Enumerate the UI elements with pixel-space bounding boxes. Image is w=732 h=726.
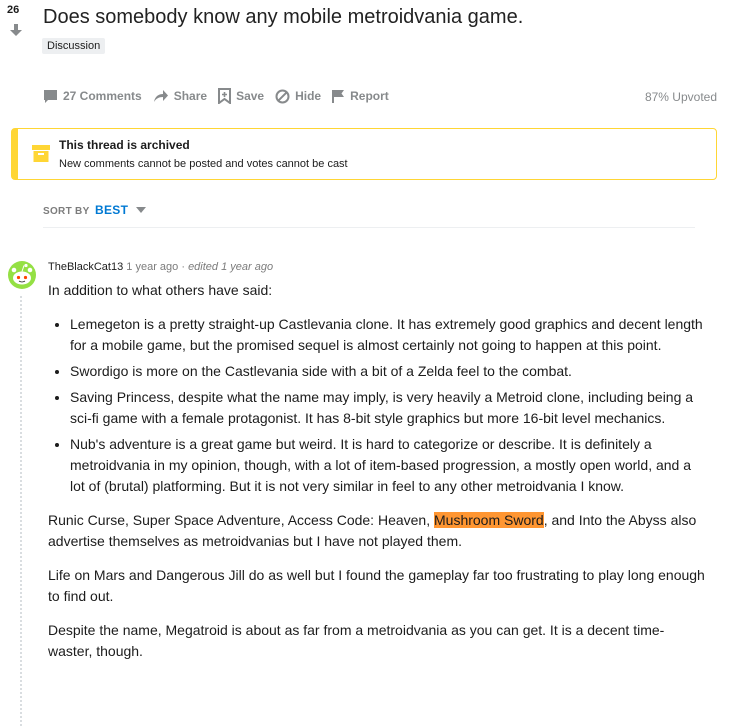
comments-label: 27 Comments: [63, 89, 142, 103]
list-item: Nub's adventure is a great game but weir…: [70, 434, 708, 497]
comment-paragraph: Despite the name, Megatroid is about as …: [48, 622, 665, 659]
paragraph-text: Runic Curse, Super Space Adventure, Acce…: [48, 512, 434, 528]
hide-label: Hide: [295, 89, 322, 103]
sort-label: SORT BY: [43, 206, 90, 217]
archived-title: This thread is archived: [59, 138, 190, 152]
report-flag-icon: [332, 90, 345, 103]
list-item: Saving Princess, despite what the name m…: [70, 387, 708, 429]
comment-intro: In addition to what others have said:: [48, 282, 273, 298]
list-item: Swordigo is more on the Castlevania side…: [70, 361, 708, 382]
sort-dropdown[interactable]: BEST: [95, 203, 147, 217]
meta-separator: ·: [181, 261, 185, 273]
post-score: 26: [7, 4, 20, 16]
list-item: Lemegeton is a pretty straight-up Castle…: [70, 314, 708, 356]
archived-banner: This thread is archived New comments can…: [11, 128, 717, 180]
share-icon: [153, 90, 168, 102]
upvote-percentage: 87% Upvoted: [644, 90, 717, 104]
comment-meta: TheBlackCat13 1 year ago · edited 1 year…: [48, 261, 273, 273]
post-title[interactable]: Does somebody know any mobile metroidvan…: [43, 6, 523, 29]
comment-paragraph: Runic Curse, Super Space Adventure, Acce…: [48, 510, 708, 552]
divider: [43, 227, 695, 228]
post-actions-bar: 27 Comments Share Save Hide Report: [43, 87, 389, 105]
comment-bullet-list: Lemegeton is a pretty straight-up Castle…: [48, 314, 708, 497]
report-button[interactable]: Report: [332, 89, 389, 103]
comment-edited: edited 1 year ago: [188, 261, 274, 273]
caret-down-icon: [136, 207, 147, 213]
comment-time[interactable]: 1 year ago: [126, 261, 178, 273]
comment-body: In addition to what others have said: Le…: [48, 280, 708, 675]
save-icon: [218, 88, 232, 104]
archived-subtitle: New comments cannot be posted and votes …: [59, 158, 348, 170]
search-highlight: Mushroom Sword: [434, 512, 544, 528]
share-label: Share: [173, 89, 208, 103]
sort-value: BEST: [95, 203, 129, 217]
comment-paragraph: Life on Mars and Dangerous Jill do as we…: [48, 567, 705, 604]
comment-author[interactable]: TheBlackCat13: [48, 261, 123, 273]
hide-button[interactable]: Hide: [275, 89, 321, 104]
downvote-arrow-icon[interactable]: [9, 23, 23, 37]
snoo-avatar-icon[interactable]: [8, 261, 36, 289]
comments-button[interactable]: 27 Comments: [43, 89, 142, 104]
comment-icon: [44, 89, 57, 103]
archive-box-icon: [32, 145, 50, 162]
report-label: Report: [350, 89, 389, 103]
save-label: Save: [236, 89, 265, 103]
hide-icon: [275, 89, 290, 103]
post-flair[interactable]: Discussion: [42, 38, 106, 54]
save-button[interactable]: Save: [218, 88, 264, 104]
thread-line[interactable]: [20, 296, 22, 726]
share-button[interactable]: Share: [153, 89, 207, 103]
